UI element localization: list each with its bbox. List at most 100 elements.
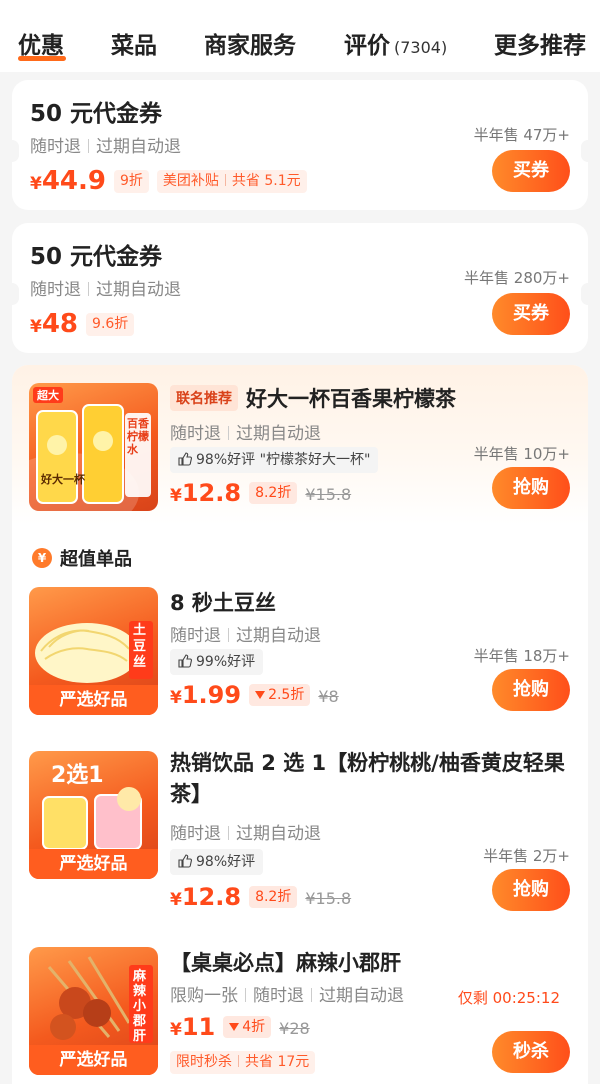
buy-coupon-button[interactable]: 买券 (492, 293, 570, 335)
discount-text: 2.5折 (268, 687, 305, 703)
subsidy-tag: 美团补贴 共省 5.1元 (156, 170, 307, 193)
coupon-card[interactable]: 50 元代金券 随时退 过期自动退 ¥44.9 9折 美团补贴 共省 5.1元 半年… (5, 80, 595, 210)
coupon-refund-policy: 随时退 过期自动退 (30, 275, 181, 300)
thumb-label: 土豆丝 (133, 623, 147, 670)
sales-count: 半年售 280万+ (464, 269, 570, 287)
coupon-notch (5, 140, 19, 162)
flash-sale-tag: 限时秒杀 共省 17元 (170, 1051, 316, 1074)
divider (311, 988, 312, 1002)
price-drop-icon (229, 1023, 240, 1031)
countdown-timer: 仅剩 00:25:12 (457, 989, 560, 1007)
product-price: ¥12.8 (170, 479, 241, 507)
purchase-limit: 限购一张 (170, 986, 238, 1006)
currency-symbol: ¥ (30, 317, 42, 337)
refund-policy: 随时退 过期自动退 (170, 819, 321, 844)
thumbs-up-icon (178, 854, 192, 868)
currency-symbol: ¥ (170, 688, 182, 708)
product-price: ¥11 (170, 1013, 215, 1041)
discount-tag: 4折 (223, 1016, 272, 1038)
sales-count: 半年售 10万+ (473, 445, 570, 463)
price-value: 12.8 (181, 479, 242, 507)
price-row: ¥11 4折 ¥28 (170, 1013, 310, 1041)
product-item[interactable]: 麻辣小郡肝 严选好品 【桌桌必点】麻辣小郡肝 限购一张 随时退 过期自动退 ¥11 … (12, 947, 588, 1084)
product-item[interactable]: 2选1 严选好品 热销饮品 2 选 1【粉柠桃桃/柚香黄皮轻果茶】 随时退 过期自… (12, 751, 588, 911)
curated-banner: 严选好品 (29, 849, 158, 879)
section-title-value-items: ¥ 超值单品 (32, 545, 132, 571)
saving-label: 共省 17元 (245, 1054, 310, 1070)
grab-deal-button[interactable]: 抢购 (492, 869, 570, 911)
divider (88, 139, 89, 153)
products-panel: 超大 好大一杯 百香柠檬水 联名推荐 好大一杯百香果柠檬茶 随时退 过期自动退 98… (12, 365, 588, 1084)
refund-on-expiry: 过期自动退 (96, 137, 181, 157)
thumbs-up-icon (178, 452, 192, 466)
product-image[interactable]: 2选1 严选好品 (29, 751, 158, 879)
grab-deal-button[interactable]: 抢购 (492, 467, 570, 509)
flash-sale-label: 限时秒杀 (176, 1054, 232, 1070)
coupon-price-row: ¥44.9 9折 美团补贴 共省 5.1元 (30, 166, 307, 196)
buy-coupon-button[interactable]: 买券 (492, 150, 570, 192)
grab-deal-button[interactable]: 抢购 (492, 669, 570, 711)
divider (228, 628, 229, 642)
featured-item[interactable]: 超大 好大一杯 百香柠檬水 联名推荐 好大一杯百香果柠檬茶 随时退 过期自动退 98… (12, 383, 588, 513)
currency-symbol: ¥ (170, 1020, 182, 1040)
tab-reviews[interactable]: 评价 (7304) (344, 26, 447, 60)
refund-on-expiry: 过期自动退 (236, 626, 321, 646)
product-item[interactable]: 土豆丝 严选好品 8 秒土豆丝 随时退 过期自动退 99%好评 ¥1.99 2.5… (12, 587, 588, 717)
refund-on-expiry: 过期自动退 (96, 280, 181, 300)
refund-anytime: 随时退 (170, 824, 221, 844)
flash-sale-button[interactable]: 秒杀 (492, 1031, 570, 1073)
divider (245, 988, 246, 1002)
tab-merchant-service[interactable]: 商家服务 (204, 26, 296, 60)
product-image[interactable]: 超大 好大一杯 百香柠檬水 (29, 383, 158, 511)
tab-bar: 优惠 菜品 商家服务 评价 (7304) 更多推荐 (0, 0, 600, 72)
sales-count: 半年售 47万+ (473, 126, 570, 144)
featured-title-row: 联名推荐 好大一杯百香果柠檬茶 (170, 383, 456, 413)
coupon-notch (581, 283, 595, 305)
coupon-notch (5, 283, 19, 305)
rating-text: 98%好评 (196, 854, 256, 870)
sales-count: 半年售 2万+ (483, 847, 570, 865)
price-drop-icon (255, 691, 266, 699)
discount-tag: 9.6折 (86, 313, 135, 336)
subsidy-label: 美团补贴 (162, 173, 219, 189)
coupon-title: 50 元代金券 (30, 101, 163, 127)
rating-badge: 98%好评 "柠檬茶好大一杯" (170, 447, 379, 473)
divider (88, 282, 89, 296)
tab-more-recommendations[interactable]: 更多推荐 (494, 26, 586, 60)
saving-label: 共省 5.1元 (231, 173, 301, 189)
sales-count: 半年售 18万+ (473, 647, 570, 665)
discount-tag: 2.5折 (249, 684, 311, 706)
discount-tag: 9折 (114, 170, 149, 193)
rating-badge: 98%好评 (170, 849, 264, 875)
tab-discounts[interactable]: 优惠 (18, 26, 64, 60)
flash-sale-tags: 限时秒杀 共省 17元 (170, 1051, 316, 1074)
purchase-policy: 限购一张 随时退 过期自动退 (170, 981, 404, 1006)
tab-dishes[interactable]: 菜品 (111, 26, 157, 60)
divider (228, 426, 229, 440)
coupon-title: 50 元代金券 (30, 244, 163, 270)
price-row: ¥1.99 2.5折 ¥8 (170, 681, 339, 709)
refund-anytime: 随时退 (30, 280, 81, 300)
refund-anytime: 随时退 (30, 137, 81, 157)
discount-text: 4折 (242, 1019, 266, 1035)
price-value: 11 (181, 1013, 216, 1041)
thumb-label-large: 超大 (37, 389, 59, 402)
discount-tag: 8.2折 (249, 886, 298, 908)
divider (228, 826, 229, 840)
refund-on-expiry: 过期自动退 (236, 824, 321, 844)
coupon-price: ¥48 (30, 309, 78, 339)
discount-tag: 8.2折 (249, 482, 298, 504)
original-price: ¥15.8 (305, 485, 352, 504)
refund-anytime: 随时退 (170, 424, 221, 444)
currency-symbol: ¥ (30, 174, 42, 194)
refund-on-expiry: 过期自动退 (236, 424, 321, 444)
price-value: 44.9 (41, 166, 106, 196)
currency-symbol: ¥ (170, 486, 182, 506)
product-image[interactable]: 土豆丝 严选好品 (29, 587, 158, 715)
price-row: ¥12.8 8.2折 ¥15.8 (170, 479, 351, 507)
rating-text: 99%好评 (196, 654, 256, 670)
product-image[interactable]: 麻辣小郡肝 严选好品 (29, 947, 158, 1075)
coupon-card[interactable]: 50 元代金券 随时退 过期自动退 ¥48 9.6折 半年售 280万+ 买券 (5, 223, 595, 353)
original-price: ¥15.8 (305, 889, 352, 908)
product-price: ¥1.99 (170, 681, 241, 709)
